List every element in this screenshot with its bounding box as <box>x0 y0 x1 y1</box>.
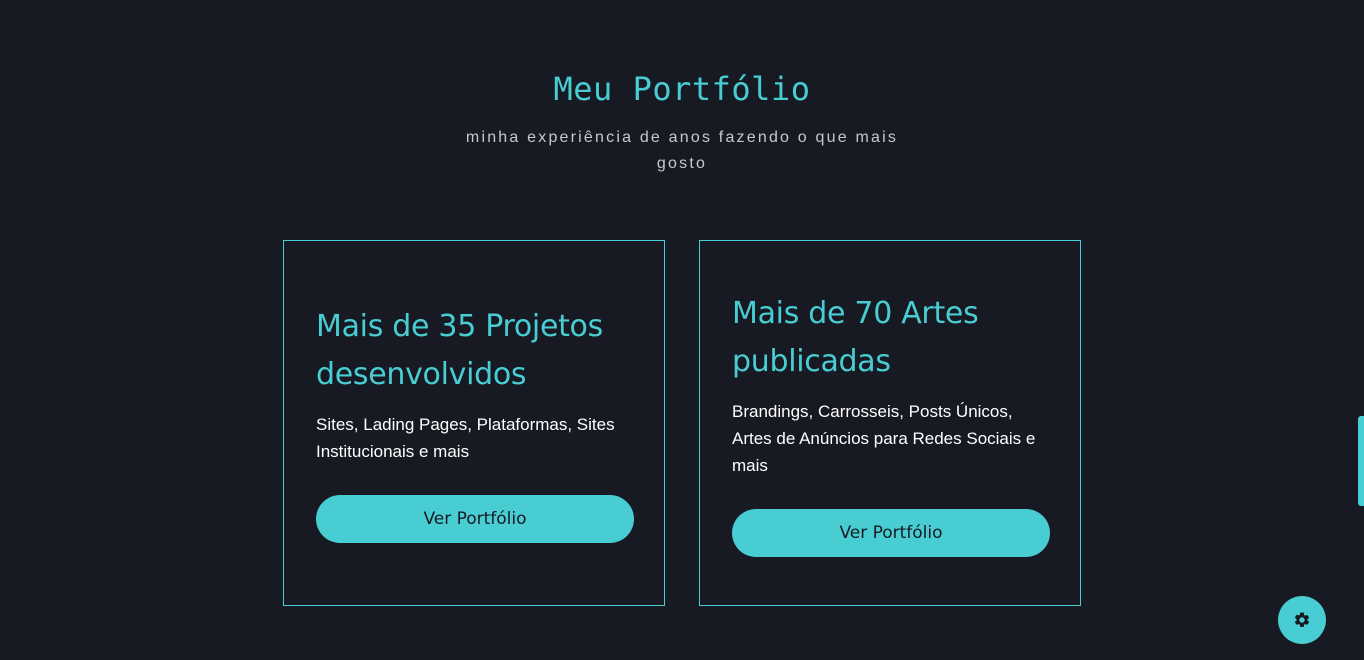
portfolio-card-arts: Mais de 70 Artes publicadas Brandings, C… <box>699 240 1081 606</box>
view-portfolio-button[interactable]: Ver Portfólio <box>316 495 634 543</box>
scrollbar-thumb[interactable] <box>1358 416 1364 506</box>
section-title: Meu Portfólio <box>553 70 811 108</box>
card-title: Mais de 35 Projetos desenvolvidos <box>316 309 603 392</box>
settings-button[interactable] <box>1278 596 1326 644</box>
card-title: Mais de 70 Artes publicadas <box>732 295 979 379</box>
portfolio-card-projects: Mais de 35 Projetos desenvolvidos Sites,… <box>283 240 665 606</box>
card-description: Brandings, Carrosseis, Posts Únicos, Art… <box>732 401 1036 475</box>
card-description: Sites, Lading Pages, Plataformas, Sites … <box>316 415 615 461</box>
section-subtitle: minha experiência de anos fazendo o que … <box>465 129 899 172</box>
view-portfolio-button[interactable]: Ver Portfólio <box>732 508 1050 557</box>
gear-icon <box>1293 611 1311 629</box>
